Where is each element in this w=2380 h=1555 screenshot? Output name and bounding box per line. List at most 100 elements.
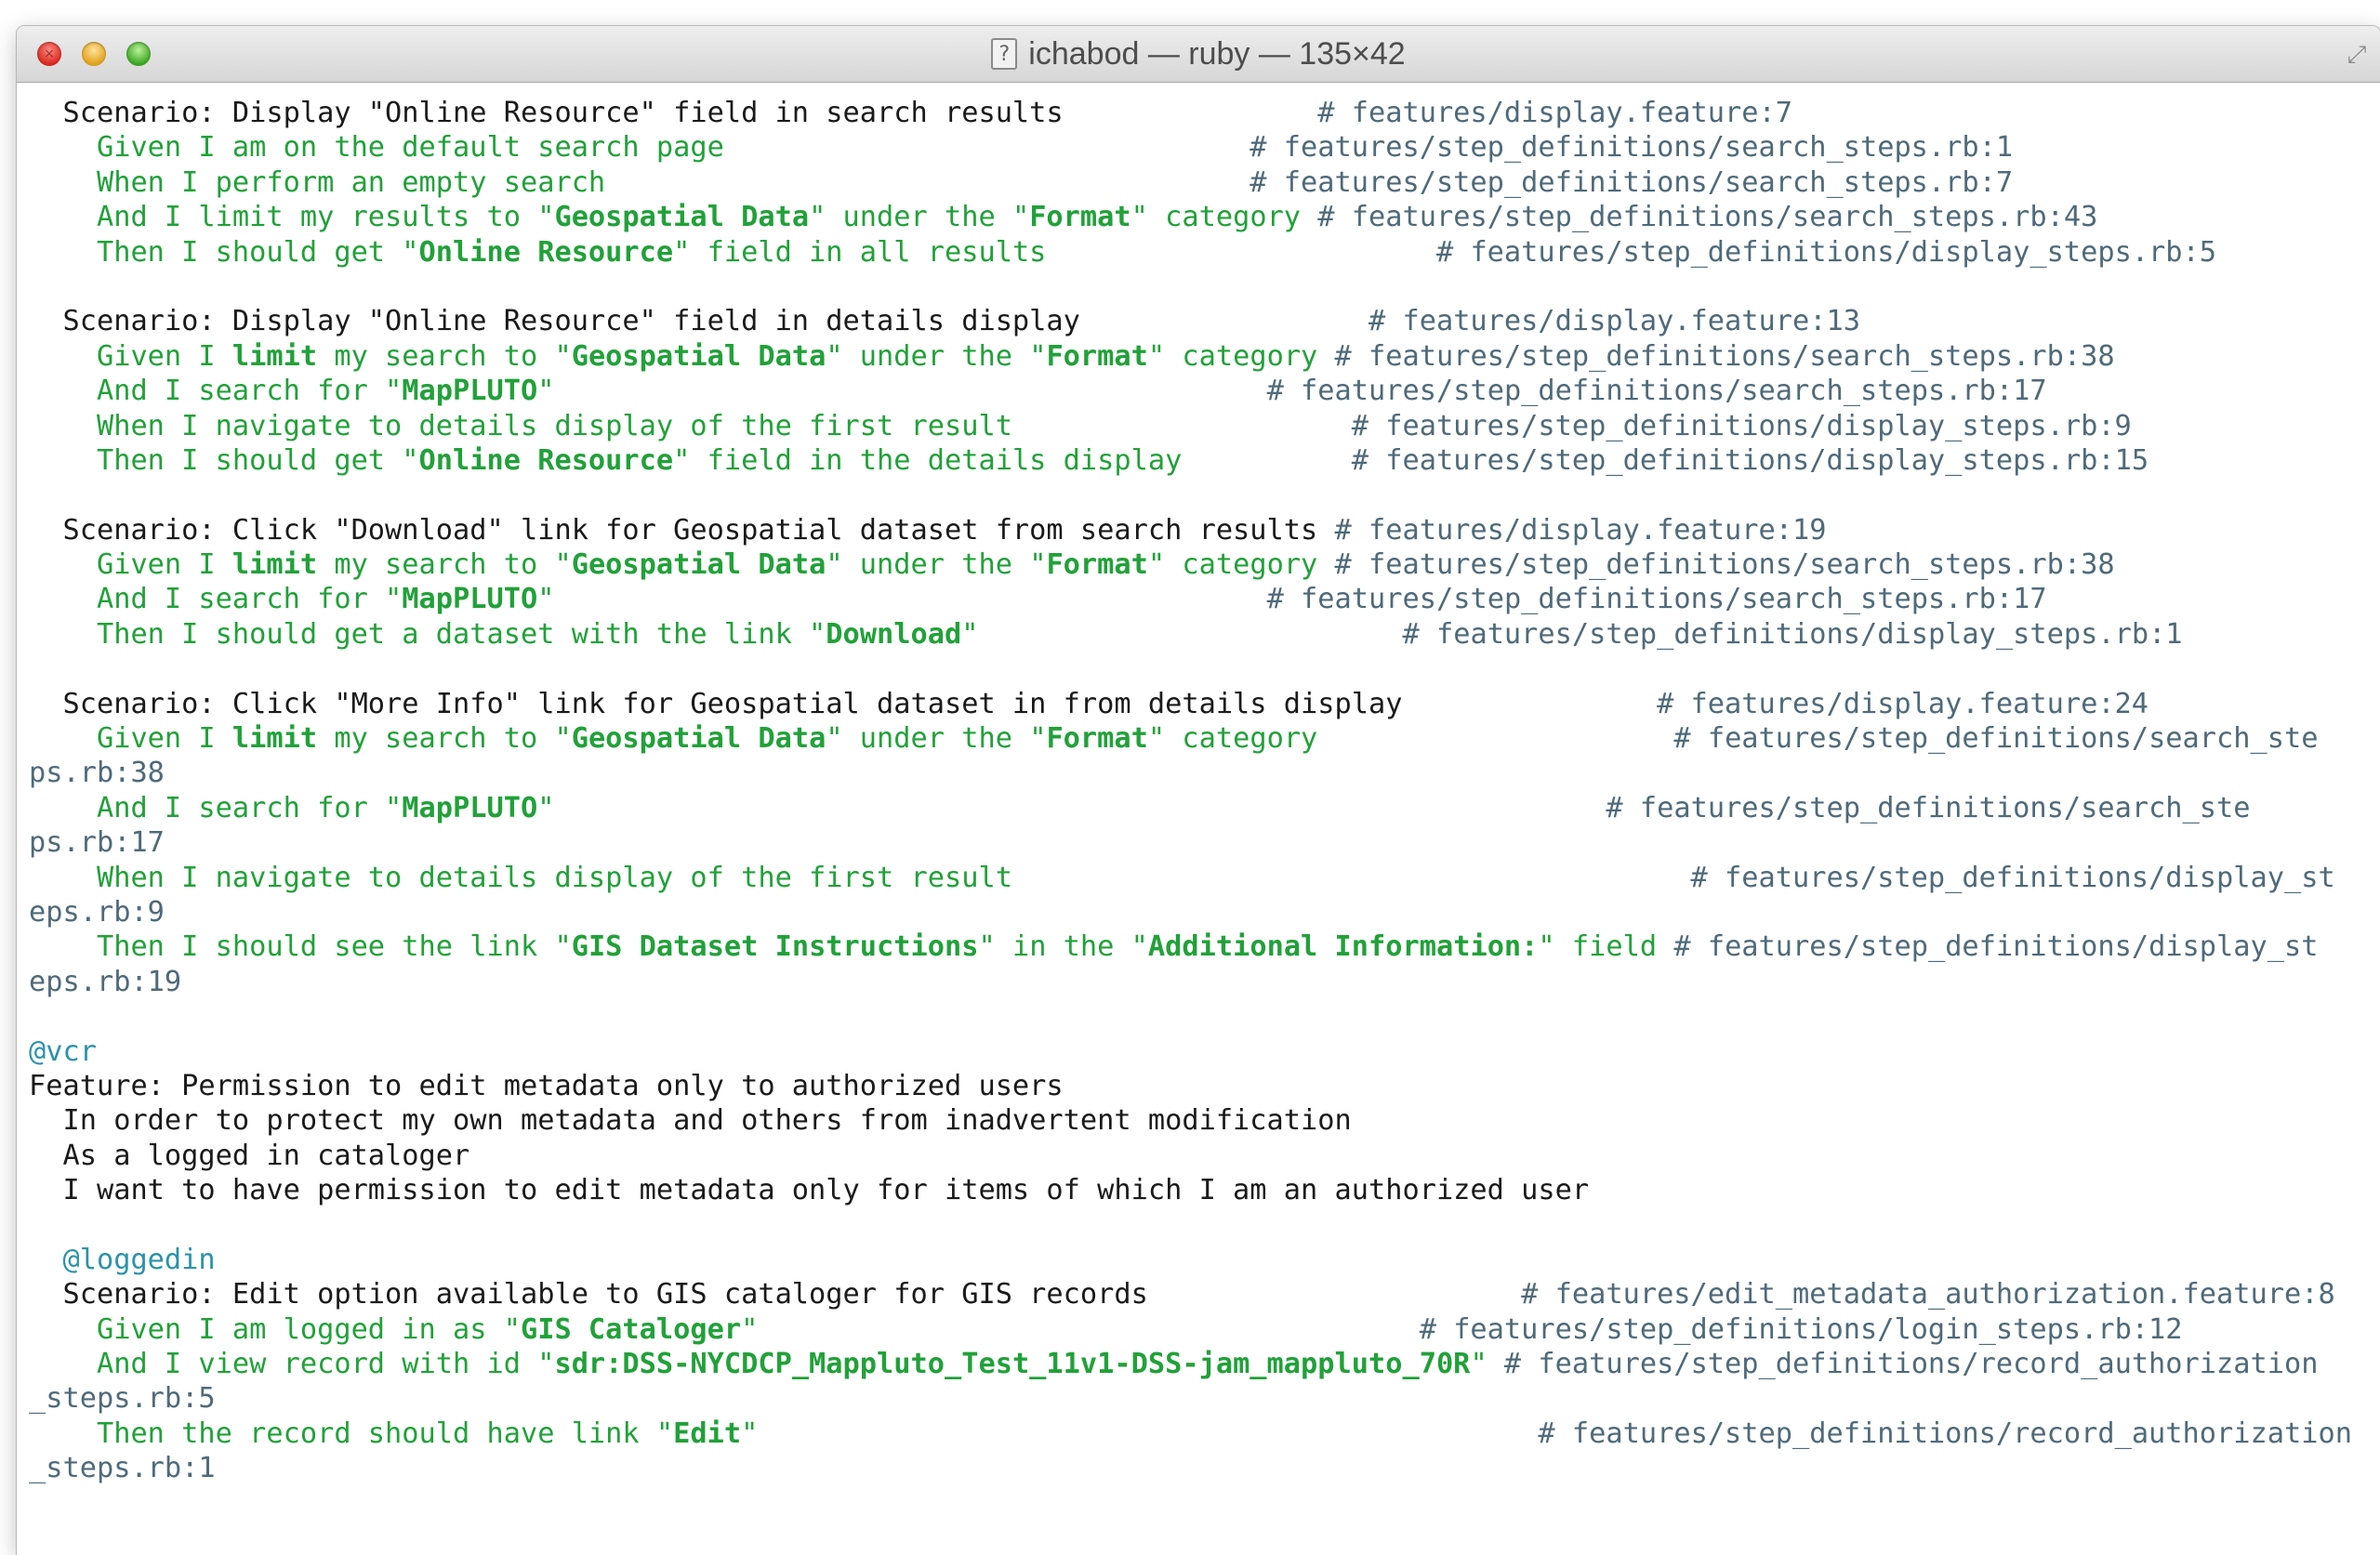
- terminal-text-segment: Then I should get ": [29, 235, 419, 269]
- terminal-line: Then the record should have link "Edit" …: [29, 1417, 2380, 1451]
- terminal-text-segment: ": [961, 617, 979, 651]
- terminal-text-segment: Additional Information:: [1147, 930, 1539, 964]
- terminal-text-segment: # features/step_definitions/login_steps.…: [758, 1312, 2183, 1346]
- terminal-text-segment: # features/step_definitions/display_st: [1657, 930, 2319, 964]
- terminal-text-segment: my search to ": [317, 722, 572, 756]
- terminal-text-segment: ": [1470, 1348, 1488, 1381]
- terminal-line: Given I limit my search to "Geospatial D…: [29, 339, 2380, 374]
- terminal-text-segment: limit: [231, 722, 318, 756]
- terminal-line: Then I should get a dataset with the lin…: [29, 617, 2380, 652]
- terminal-text-segment: " under the ": [826, 548, 1047, 582]
- terminal-text-segment: Then I should get a dataset with the lin…: [29, 617, 826, 651]
- terminal-line: Scenario: Click "More Info" link for Geo…: [29, 687, 2380, 721]
- terminal-text-segment: ": [537, 791, 555, 824]
- terminal-line: eps.rb:19: [29, 965, 2380, 999]
- terminal-text-segment: # features/step_definitions/record_autho…: [758, 1417, 2352, 1450]
- terminal-text-segment: Geospatial Data: [554, 201, 810, 234]
- terminal-line: Given I limit my search to "Geospatial D…: [29, 721, 2380, 756]
- terminal-text-segment: Then the record should have link ": [29, 1417, 674, 1450]
- terminal-text-segment: MapPLUTO: [402, 791, 538, 824]
- terminal-text-segment: # features/step_definitions/display_step…: [1012, 409, 2132, 442]
- terminal-text-segment: # features/edit_metadata_authorization.f…: [1147, 1278, 2335, 1311]
- terminal-text-segment: # features/step_definitions/search_ste: [1317, 722, 2319, 756]
- terminal-line: Given I am logged in as "GIS Cataloger" …: [29, 1312, 2380, 1347]
- window-title-text: ichabod — ruby — 135×42: [1028, 35, 1406, 72]
- terminal-text-segment: # features/display.feature:24: [1402, 687, 2149, 720]
- terminal-text-segment: Given I: [29, 548, 232, 582]
- terminal-text-segment: And I search for ": [29, 791, 403, 824]
- terminal-text-segment: ps.rb:17: [29, 826, 165, 860]
- terminal-text-segment: " field in the details display: [673, 443, 1183, 477]
- terminal-line: Then I should get "Online Resource" fiel…: [29, 443, 2380, 478]
- document-icon: ?: [991, 38, 1018, 70]
- terminal-text-segment: _steps.rb:1: [29, 1452, 216, 1485]
- terminal-text-segment: Scenario: Click "Download" link for Geos…: [29, 513, 1318, 547]
- terminal-text-segment: @vcr: [29, 1034, 97, 1068]
- terminal-text-segment: # features/display.feature:13: [1079, 305, 1860, 338]
- terminal-text-segment: In order to protect my own metadata and …: [29, 1104, 1352, 1138]
- terminal-text-segment: Format: [1046, 722, 1148, 756]
- terminal-text-segment: GIS Cataloger: [520, 1312, 742, 1346]
- terminal-text-segment: Then I should get ": [29, 443, 419, 477]
- terminal-text-segment: # features/step_definitions/display_step…: [978, 617, 2183, 651]
- terminal-text-segment: And I limit my results to ": [29, 201, 555, 234]
- terminal-line: And I search for "MapPLUTO" # features/s…: [29, 791, 2380, 825]
- terminal-line: As a logged in cataloger: [29, 1139, 2380, 1173]
- terminal-text-segment: " under the ": [826, 722, 1047, 756]
- terminal-line: ps.rb:17: [29, 825, 2380, 860]
- terminal-line: eps.rb:9: [29, 895, 2380, 929]
- terminal-text-segment: Geospatial Data: [571, 722, 826, 756]
- terminal-text-segment: " category: [1147, 548, 1318, 582]
- terminal-line: I want to have permission to edit metada…: [29, 1173, 2380, 1207]
- title-bar[interactable]: × ? ichabod — ruby — 135×42 ⤢: [17, 26, 2380, 83]
- terminal-text-segment: " field: [1538, 930, 1658, 964]
- terminal-text-segment: Edit: [673, 1417, 742, 1450]
- terminal-text-segment: # features/step_definitions/display_step…: [1182, 443, 2149, 477]
- terminal-text-segment: Format: [1029, 201, 1131, 234]
- terminal-text-segment: # features/step_definitions/search_ste: [554, 791, 2251, 824]
- terminal-text-segment: " category: [1147, 339, 1318, 373]
- terminal-line: When I perform an empty search # feature…: [29, 165, 2380, 200]
- terminal-text-segment: " in the ": [978, 930, 1148, 964]
- terminal-text-segment: I want to have permission to edit metada…: [29, 1174, 1590, 1207]
- terminal-text-segment: " under the ": [809, 201, 1030, 234]
- terminal-text-segment: Given I am on the default search page: [29, 131, 724, 165]
- terminal-text-segment: # features/step_definitions/display_step…: [1046, 235, 2217, 269]
- terminal-text-segment: Download: [826, 617, 962, 651]
- terminal-line: Given I am on the default search page # …: [29, 130, 2380, 165]
- terminal-line: @vcr: [29, 1034, 2380, 1069]
- terminal-text-segment: Format: [1046, 339, 1148, 373]
- terminal-text-segment: # features/step_definitions/search_steps…: [1301, 201, 2098, 234]
- terminal-text-segment: limit: [231, 548, 318, 582]
- fullscreen-icon[interactable]: ⤢: [2343, 41, 2371, 69]
- terminal-text-segment: # features/display.feature:19: [1317, 513, 1827, 547]
- terminal-text-segment: When I perform an empty search: [29, 165, 606, 199]
- terminal-text-segment: eps.rb:9: [29, 895, 165, 929]
- terminal-text-segment: eps.rb:19: [29, 965, 182, 998]
- terminal-text-segment: Then I should see the link ": [29, 930, 572, 964]
- terminal-text-segment: Given I: [29, 339, 232, 373]
- terminal-text-segment: ": [741, 1312, 759, 1346]
- terminal-line: Scenario: Display "Online Resource" fiel…: [29, 96, 2380, 130]
- terminal-text-segment: Feature: Permission to edit metadata onl…: [29, 1069, 1064, 1102]
- terminal-line: Then I should see the link "GIS Dataset …: [29, 929, 2380, 964]
- terminal-line: Scenario: Edit option available to GIS c…: [29, 1277, 2380, 1311]
- window-title: ? ichabod — ruby — 135×42: [17, 26, 2380, 82]
- terminal-line: Scenario: Click "Download" link for Geos…: [29, 513, 2380, 547]
- terminal-line: _steps.rb:1: [29, 1451, 2380, 1485]
- terminal-text-segment: ps.rb:38: [29, 757, 165, 790]
- terminal-text-segment: # features/step_definitions/record_autho…: [1487, 1348, 2319, 1381]
- terminal-line: When I navigate to details display of th…: [29, 861, 2380, 895]
- terminal-text-segment: " field in all results: [673, 235, 1047, 269]
- terminal-output[interactable]: Scenario: Display "Online Resource" fiel…: [17, 83, 2380, 1555]
- terminal-text-segment: Format: [1046, 548, 1148, 582]
- terminal-line: Given I limit my search to "Geospatial D…: [29, 547, 2380, 582]
- terminal-text-segment: limit: [231, 339, 318, 373]
- terminal-text-segment: And I search for ": [29, 375, 403, 408]
- terminal-text-segment: _steps.rb:5: [29, 1382, 216, 1416]
- terminal-text-segment: Scenario: Display "Online Resource" fiel…: [29, 305, 1080, 338]
- terminal-line: And I search for "MapPLUTO" # features/s…: [29, 374, 2380, 408]
